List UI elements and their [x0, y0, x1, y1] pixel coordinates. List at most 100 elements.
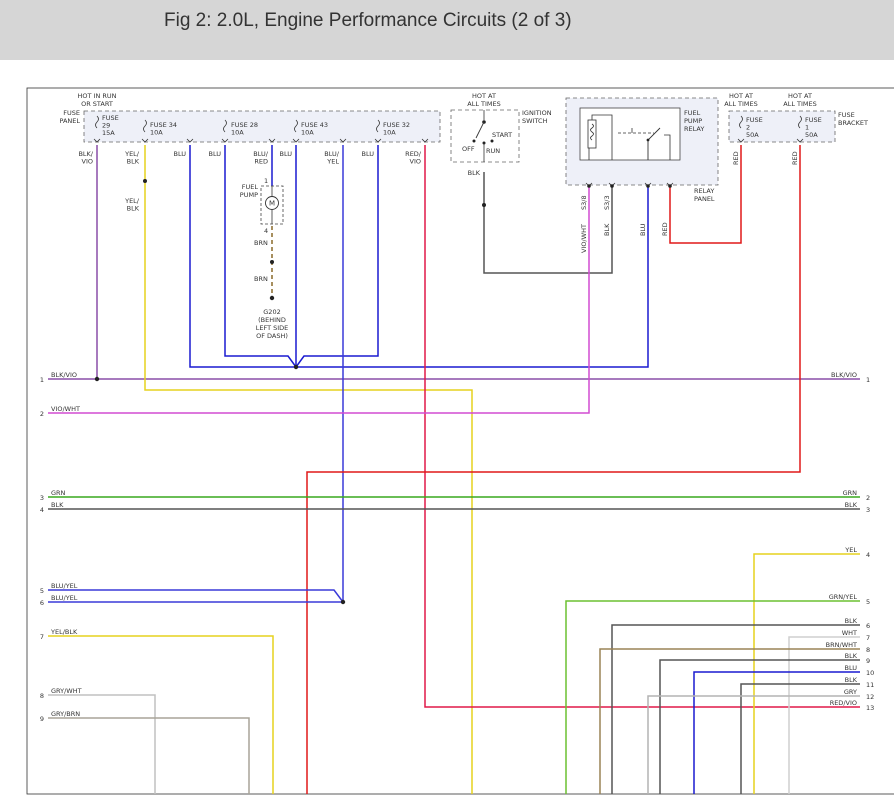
right-pin-number: 8: [866, 646, 870, 654]
blu-yel-label: BLU/YEL: [324, 150, 340, 166]
right-pin-number: 11: [866, 681, 874, 689]
red-vio-label: RED/VIO: [405, 150, 422, 166]
red-relay-label: RED: [661, 222, 669, 236]
left-pin-color-label: YEL/BLK: [50, 628, 78, 636]
ground-g202-label: G202 (BEHIND LEFT SIDE OF DASH): [256, 308, 289, 340]
fuse-bracket: HOT AT ALL TIMES HOT AT ALL TIMES FUSE BRAC…: [724, 92, 868, 165]
right-pin-number: 4: [866, 551, 870, 559]
right-pin-number: 2: [866, 494, 870, 502]
blu-red-label: BLU/RED: [253, 150, 269, 166]
wire-brn-wht-8: [599, 648, 860, 794]
splice-blu: [293, 364, 299, 370]
relay-panel-label: RELAY PANEL: [694, 187, 715, 203]
wire-blu-10: [693, 671, 860, 794]
fuse-panel-label: FUSE PANEL: [59, 109, 80, 125]
ground-terminal: [269, 295, 275, 301]
figure-title: Fig 2: 2.0L, Engine Performance Circuits…: [164, 10, 572, 31]
right-pin-color-label: RED/VIO: [830, 699, 857, 707]
right-pin-color-label: BLK/VIO: [831, 371, 857, 379]
left-pin-number: 8: [40, 692, 44, 700]
left-pin-number: 5: [40, 587, 44, 595]
red-b1-label: RED: [791, 151, 799, 165]
yel-blk-lower-label: YEL/BLK: [124, 197, 140, 213]
splice-blu-yel: [340, 599, 346, 605]
ignition-splice: [482, 203, 486, 207]
svg-text:START: START: [492, 131, 512, 139]
right-pin-number: 12: [866, 693, 874, 701]
relay-pin-s3-3: S3/3: [603, 195, 611, 210]
diagram-frame: [26, 87, 894, 795]
right-pin-color-label: YEL: [844, 546, 857, 554]
bracket-hot-label-2: HOT AT ALL TIMES: [783, 92, 816, 108]
right-pin-number: 9: [866, 657, 870, 665]
left-pin-number: 6: [40, 599, 44, 607]
blu-label-3: BLU: [279, 150, 292, 158]
right-pin-color-label: BLU: [844, 664, 857, 672]
left-pin-number: 1: [40, 376, 44, 384]
left-pin-color-label: GRN: [51, 489, 66, 497]
splice-blk-vio: [94, 376, 100, 382]
ground-wire: [269, 226, 275, 301]
svg-text:OFF: OFF: [462, 145, 475, 153]
fuel-pump-relay-box: [579, 107, 681, 161]
right-pin-number: 5: [866, 598, 870, 606]
svg-text:M: M: [269, 200, 275, 208]
right-pin-number: 7: [866, 634, 870, 642]
right-pin-number: 13: [866, 704, 874, 712]
blk-relay-label: BLK: [603, 223, 611, 236]
wire-blu-yel-5: [48, 589, 344, 603]
left-pin-number: 4: [40, 506, 44, 514]
wire-blu-relay: [296, 186, 649, 368]
red-b2-label: RED: [732, 151, 740, 165]
blu-label-4: BLU: [361, 150, 374, 158]
right-pin-color-label: BLK: [845, 676, 858, 684]
fuse-panel-hot-label: HOT IN RUN OR START: [77, 92, 116, 108]
blu-label-2: BLU: [208, 150, 221, 158]
left-pin-color-label: BLK: [51, 501, 64, 509]
left-pin-color-label: GRY/WHT: [51, 687, 82, 695]
ignition-blk-label: BLK: [468, 169, 481, 177]
fuel-pump-label: FUEL PUMP: [240, 183, 259, 199]
svg-text:1: 1: [264, 177, 268, 185]
right-pin-number: 6: [866, 622, 870, 630]
blk-vio-label: BLK/VIO: [78, 150, 93, 166]
left-pin-color-label: BLU/YEL: [51, 594, 78, 602]
bracket-hot-label-1: HOT AT ALL TIMES: [724, 92, 757, 108]
left-pin-number: 3: [40, 494, 44, 502]
vio-wht-label: VIO/WHT: [580, 224, 588, 253]
wire-yel-4: [753, 553, 860, 794]
splice-yel-blk: [143, 179, 147, 183]
fuse-bracket-label: FUSE BRACKET: [838, 111, 868, 127]
blu-label-1: BLU: [173, 150, 186, 158]
wire-yel-blk-7: [48, 635, 274, 794]
brn-label-1: BRN: [254, 239, 268, 247]
left-pin-color-label: VIO/WHT: [51, 405, 80, 413]
svg-text:RUN: RUN: [486, 147, 500, 155]
left-pin-number: 9: [40, 715, 44, 723]
left-connector: 1 BLK/VIO 2 VIO/WHT 3 GRN 4 BLK 5 BLU/YEL 6 BLU/YEL…: [40, 371, 82, 723]
wiring-diagram: FUSE PANEL HOT IN RUN OR START FUSE 29 15A F…: [26, 87, 894, 795]
right-pin-color-label: BRN/WHT: [826, 641, 857, 649]
relay-pin-s3-8: S3/8: [580, 195, 588, 210]
brn-splice: [270, 260, 274, 264]
right-pin-number: 10: [866, 669, 874, 677]
figure-header: Fig 2: 2.0L, Engine Performance Circuits…: [0, 0, 894, 60]
ignition-switch-label: IGNITION SWITCH: [522, 109, 552, 125]
ignition-hot-label: HOT AT ALL TIMES: [467, 92, 500, 108]
wire-gry-brn-9: [48, 717, 250, 794]
left-pin-color-label: BLU/YEL: [51, 582, 78, 590]
fuse-panel: FUSE PANEL HOT IN RUN OR START FUSE 29 15A F…: [59, 92, 441, 143]
right-connector: 1 BLK/VIO 2 GRN 3 BLK 4 YEL 5 GRN/YEL 6 BLK 7 WHT 8 BRN…: [826, 371, 875, 712]
yel-blk-label: YEL/BLK: [124, 150, 140, 166]
wire-blk-ign: [483, 172, 613, 274]
fuel-pump: FUEL PUMP M 1 4 BRN BRN: [240, 177, 284, 283]
right-pin-color-label: BLK: [845, 617, 858, 625]
right-pin-number: 1: [866, 376, 870, 384]
brn-label-2: BRN: [254, 275, 268, 283]
wire-yel-blk-fuse34: [144, 145, 473, 794]
wire-blk-6: [611, 624, 860, 794]
wire-blk-9: [659, 659, 860, 794]
right-pin-color-label: GRN: [843, 489, 858, 497]
fuse-panel-wire-labels: BLK/VIO YEL/BLK YEL/BLK BLU BLU BLU/RED …: [78, 150, 421, 213]
right-pin-number: 3: [866, 506, 870, 514]
